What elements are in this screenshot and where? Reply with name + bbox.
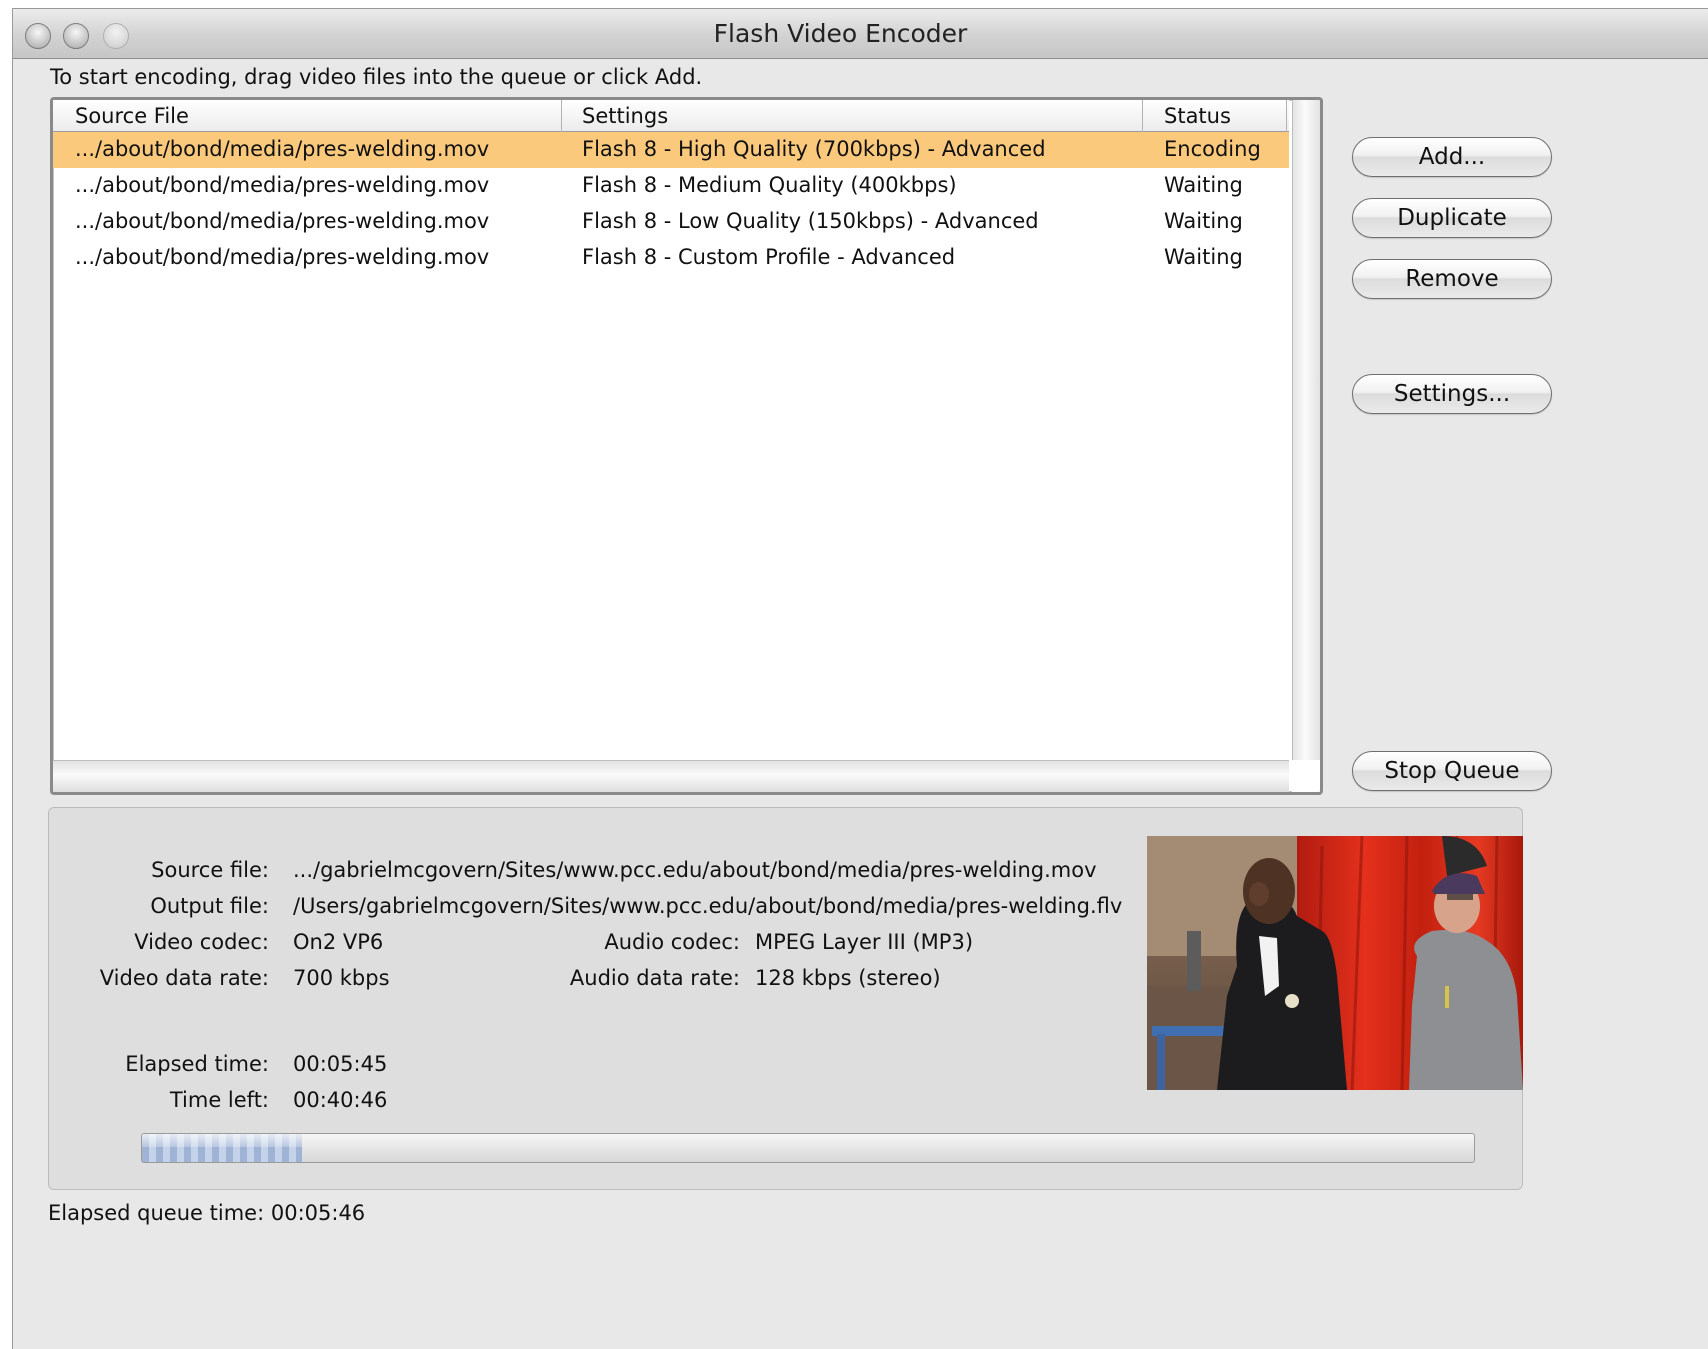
audio-codec-label: Audio codec: bbox=[604, 930, 740, 954]
stop-queue-button[interactable]: Stop Queue bbox=[1352, 751, 1552, 791]
video-codec-label: Video codec: bbox=[134, 930, 269, 954]
scrollbar-corner bbox=[1292, 760, 1320, 792]
elapsed-queue-value: 00:05:46 bbox=[270, 1201, 366, 1225]
time-left-label: Time left: bbox=[169, 1088, 269, 1112]
column-divider[interactable] bbox=[1142, 100, 1143, 132]
table-row[interactable]: .../about/bond/media/pres-welding.mov Fl… bbox=[53, 168, 1289, 204]
table-row[interactable]: .../about/bond/media/pres-welding.mov Fl… bbox=[53, 204, 1289, 240]
title-bar[interactable]: Flash Video Encoder bbox=[13, 9, 1708, 59]
status-cell: Waiting bbox=[1164, 245, 1243, 269]
horizontal-scrollbar[interactable] bbox=[53, 760, 1289, 792]
video-data-rate-label: Video data rate: bbox=[99, 966, 269, 990]
audio-codec-value: MPEG Layer III (MP3) bbox=[755, 930, 974, 954]
queue-rows: .../about/bond/media/pres-welding.mov Fl… bbox=[53, 132, 1289, 276]
source-file-cell: .../about/bond/media/pres-welding.mov bbox=[75, 209, 490, 233]
elapsed-time-label: Elapsed time: bbox=[125, 1052, 269, 1076]
output-file-label: Output file: bbox=[150, 894, 269, 918]
settings-cell[interactable]: Flash 8 - Custom Profile - Advanced bbox=[582, 245, 955, 269]
window-title: Flash Video Encoder bbox=[713, 19, 968, 48]
audio-data-rate-label: Audio data rate: bbox=[569, 966, 740, 990]
video-preview-image bbox=[1147, 836, 1523, 1090]
add-button[interactable]: Add... bbox=[1352, 137, 1552, 177]
audio-data-rate-value: 128 kbps (stereo) bbox=[755, 966, 941, 990]
table-row[interactable]: .../about/bond/media/pres-welding.mov Fl… bbox=[53, 132, 1289, 168]
status-cell: Encoding bbox=[1164, 137, 1261, 161]
progress-fill bbox=[142, 1134, 302, 1162]
column-header-settings[interactable]: Settings bbox=[582, 104, 668, 128]
encoder-window: Flash Video Encoder To start encoding, d… bbox=[12, 8, 1708, 1349]
time-left-value: 00:40:46 bbox=[293, 1088, 388, 1112]
source-file-cell: .../about/bond/media/pres-welding.mov bbox=[75, 245, 490, 269]
table-header: Source File Settings Status bbox=[53, 100, 1289, 132]
settings-cell[interactable]: Flash 8 - Medium Quality (400kbps) bbox=[582, 173, 957, 197]
remove-button[interactable]: Remove bbox=[1352, 259, 1552, 299]
vertical-scrollbar[interactable] bbox=[1292, 100, 1320, 760]
video-data-rate-value: 700 kbps bbox=[293, 966, 390, 990]
status-cell: Waiting bbox=[1164, 209, 1243, 233]
column-divider[interactable] bbox=[561, 100, 562, 132]
video-preview-thumbnail bbox=[1147, 836, 1523, 1090]
status-cell: Waiting bbox=[1164, 173, 1243, 197]
column-divider bbox=[1286, 100, 1287, 132]
settings-cell[interactable]: Flash 8 - High Quality (700kbps) - Advan… bbox=[582, 137, 1046, 161]
source-file-cell: .../about/bond/media/pres-welding.mov bbox=[75, 173, 490, 197]
settings-button[interactable]: Settings... bbox=[1352, 374, 1552, 414]
settings-cell[interactable]: Flash 8 - Low Quality (150kbps) - Advanc… bbox=[582, 209, 1039, 233]
column-header-status[interactable]: Status bbox=[1164, 104, 1231, 128]
instruction-text: To start encoding, drag video files into… bbox=[50, 65, 703, 89]
encoding-details-panel: Source file: .../gabrielmcgovern/Sites/w… bbox=[48, 807, 1523, 1190]
source-file-label: Source file: bbox=[151, 858, 269, 882]
source-file-cell: .../about/bond/media/pres-welding.mov bbox=[75, 137, 490, 161]
encoding-queue-table[interactable]: Source File Settings Status .../about/bo… bbox=[50, 97, 1323, 795]
elapsed-queue-time: Elapsed queue time: 00:05:46 bbox=[48, 1201, 365, 1225]
column-header-source-file[interactable]: Source File bbox=[75, 104, 189, 128]
source-file-value: .../gabrielmcgovern/Sites/www.pcc.edu/ab… bbox=[293, 858, 1097, 882]
table-row[interactable]: .../about/bond/media/pres-welding.mov Fl… bbox=[53, 240, 1289, 276]
encoding-progress-bar bbox=[141, 1133, 1475, 1163]
duplicate-button[interactable]: Duplicate bbox=[1352, 198, 1552, 238]
output-file-value: /Users/gabrielmcgovern/Sites/www.pcc.edu… bbox=[293, 894, 1123, 918]
video-codec-value: On2 VP6 bbox=[293, 930, 384, 954]
elapsed-queue-label: Elapsed queue time: bbox=[48, 1201, 265, 1225]
elapsed-time-value: 00:05:45 bbox=[293, 1052, 388, 1076]
